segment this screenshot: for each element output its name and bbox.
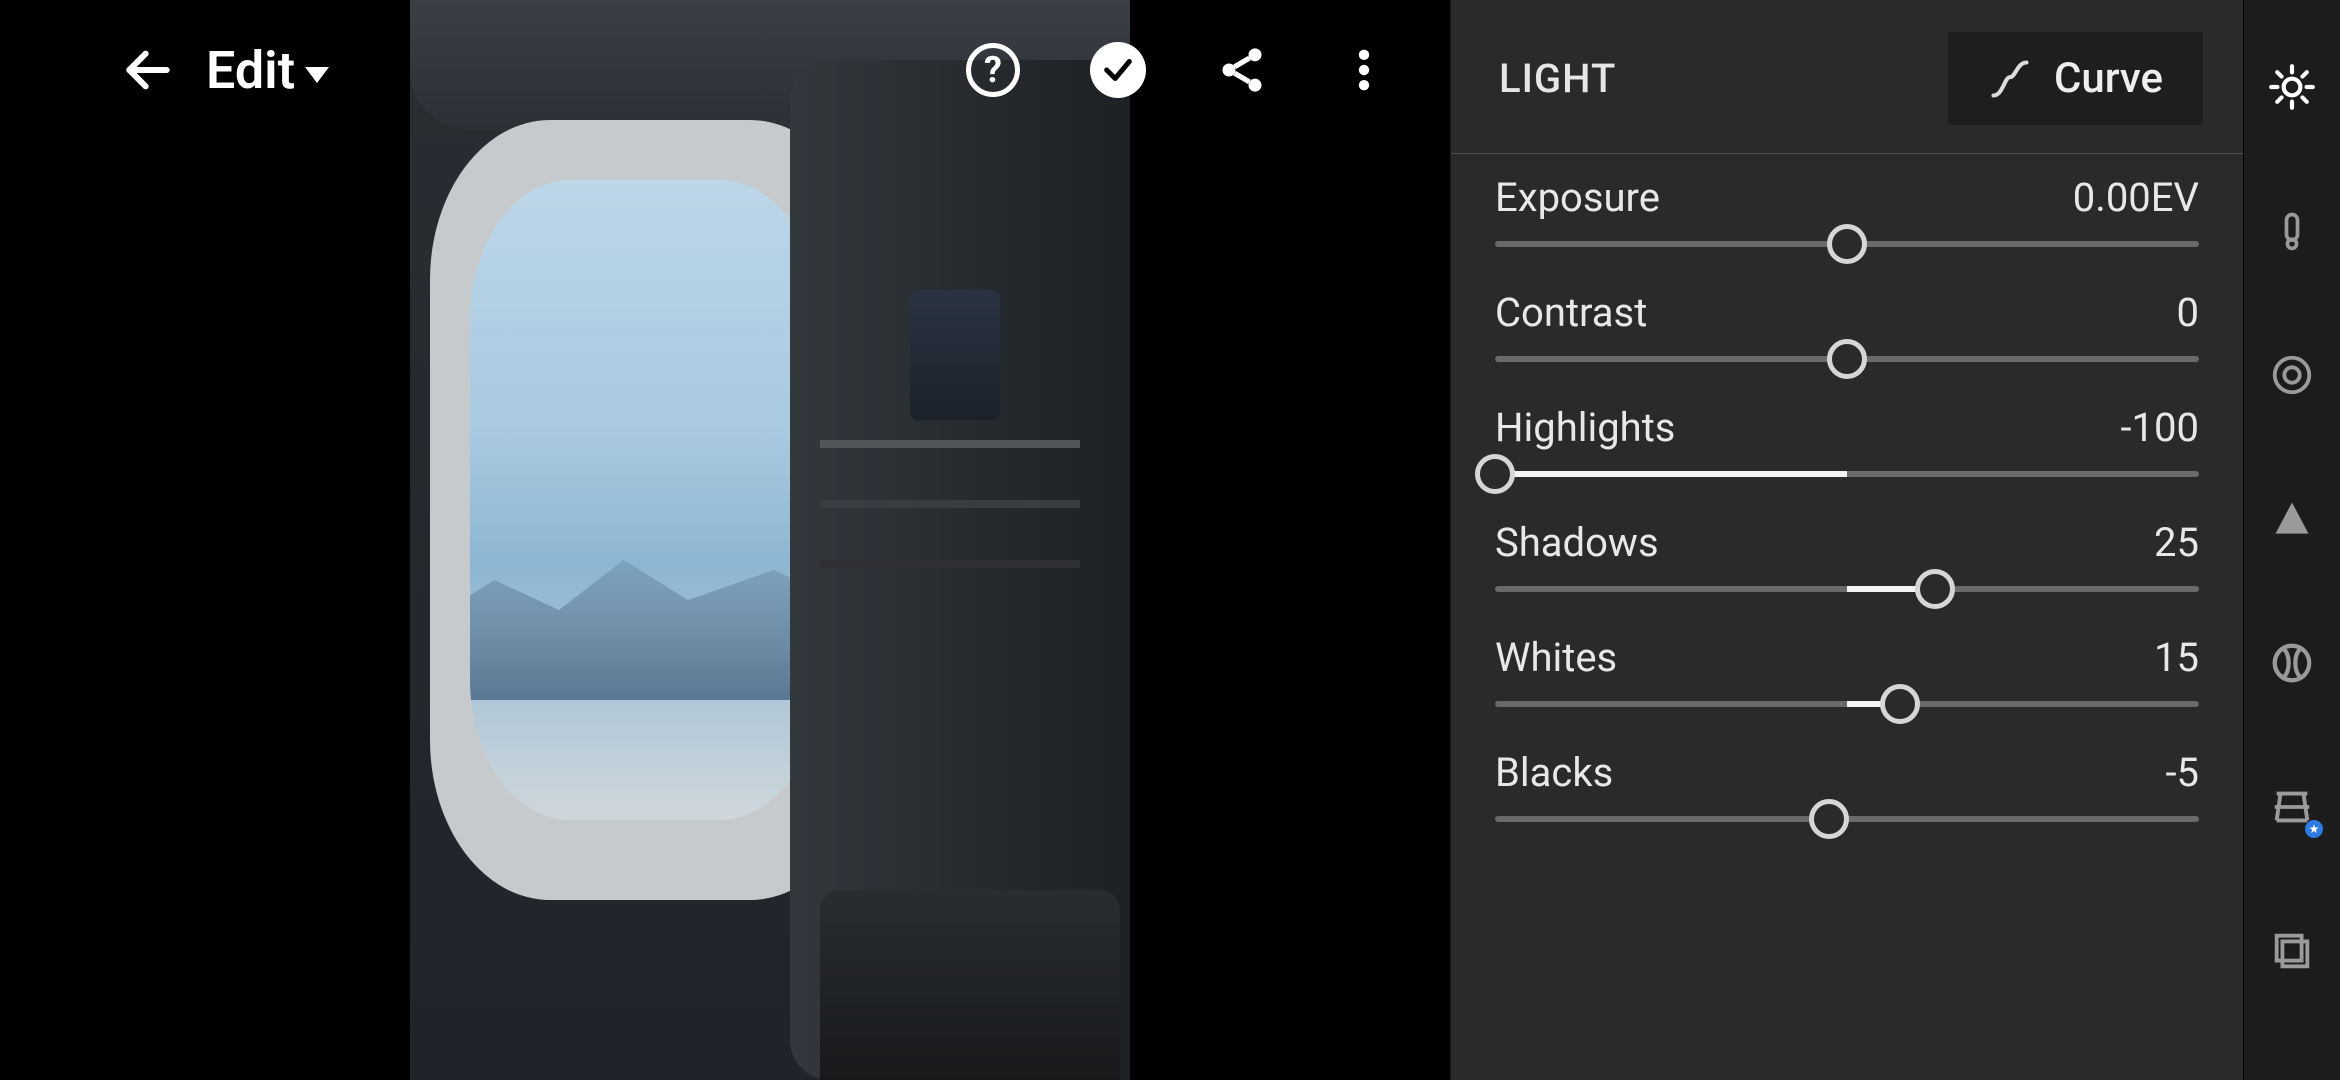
- premium-badge-icon: ★: [2305, 820, 2323, 838]
- slider-label: Shadows: [1495, 519, 1659, 566]
- edit-panel: LIGHT Curve Exposure 0.00EV Contrast 0 Highl…: [1450, 0, 2243, 1080]
- slider-fill: [1495, 471, 1847, 477]
- slider-thumb[interactable]: [1809, 799, 1849, 839]
- slider-shadows[interactable]: Shadows 25: [1495, 519, 2199, 592]
- curve-button[interactable]: Curve: [1948, 32, 2203, 125]
- slider-label: Whites: [1495, 634, 1617, 681]
- panel-divider: [1451, 153, 2243, 154]
- slider-track[interactable]: [1495, 241, 2199, 247]
- slider-label: Highlights: [1495, 404, 1675, 451]
- slider-thumb[interactable]: [1827, 224, 1867, 264]
- slider-value: -100: [2121, 404, 2200, 451]
- slider-blacks[interactable]: Blacks -5: [1495, 749, 2199, 822]
- back-icon[interactable]: [120, 42, 176, 98]
- slider-value: 25: [2154, 519, 2199, 566]
- slider-track[interactable]: [1495, 816, 2199, 822]
- top-toolbar: Edit ?: [0, 0, 1450, 140]
- slider-value: 0: [2177, 289, 2199, 336]
- slider-highlights[interactable]: Highlights -100: [1495, 404, 2199, 477]
- optics-icon[interactable]: [2265, 636, 2319, 690]
- slider-value: 15: [2154, 634, 2199, 681]
- slider-thumb[interactable]: [1827, 339, 1867, 379]
- share-icon[interactable]: [1216, 44, 1268, 96]
- geometry-icon[interactable]: ★: [2265, 780, 2319, 834]
- slider-list: Exposure 0.00EV Contrast 0 Highlights -100 Sha…: [1451, 174, 2243, 822]
- effects-icon[interactable]: [2265, 348, 2319, 402]
- color-icon[interactable]: [2265, 204, 2319, 258]
- more-icon[interactable]: [1338, 44, 1390, 96]
- light-icon[interactable]: [2265, 60, 2319, 114]
- slider-label: Exposure: [1495, 174, 1660, 221]
- edit-dropdown[interactable]: Edit: [206, 40, 329, 101]
- slider-whites[interactable]: Whites 15: [1495, 634, 2199, 707]
- detail-icon[interactable]: [2265, 492, 2319, 546]
- slider-contrast[interactable]: Contrast 0: [1495, 289, 2199, 362]
- slider-track[interactable]: [1495, 356, 2199, 362]
- edit-label: Edit: [206, 40, 295, 101]
- slider-track[interactable]: [1495, 471, 2199, 477]
- versions-icon[interactable]: [2265, 924, 2319, 978]
- slider-thumb[interactable]: [1475, 454, 1515, 494]
- slider-track[interactable]: [1495, 701, 2199, 707]
- slider-exposure[interactable]: Exposure 0.00EV: [1495, 174, 2199, 247]
- help-icon[interactable]: ?: [966, 43, 1020, 97]
- slider-thumb[interactable]: [1915, 569, 1955, 609]
- panel-title: LIGHT: [1499, 55, 1616, 102]
- tool-strip: ★: [2243, 0, 2340, 1080]
- slider-value: -5: [2165, 749, 2199, 796]
- photo-preview[interactable]: [410, 0, 1130, 1080]
- chevron-down-icon: [305, 67, 329, 83]
- slider-value: 0.00EV: [2073, 174, 2199, 221]
- image-viewer: Edit ?: [0, 0, 1450, 1080]
- curve-button-label: Curve: [2054, 54, 2163, 103]
- slider-thumb[interactable]: [1880, 684, 1920, 724]
- slider-label: Contrast: [1495, 289, 1647, 336]
- slider-track[interactable]: [1495, 586, 2199, 592]
- slider-label: Blacks: [1495, 749, 1613, 796]
- confirm-icon[interactable]: [1090, 42, 1146, 98]
